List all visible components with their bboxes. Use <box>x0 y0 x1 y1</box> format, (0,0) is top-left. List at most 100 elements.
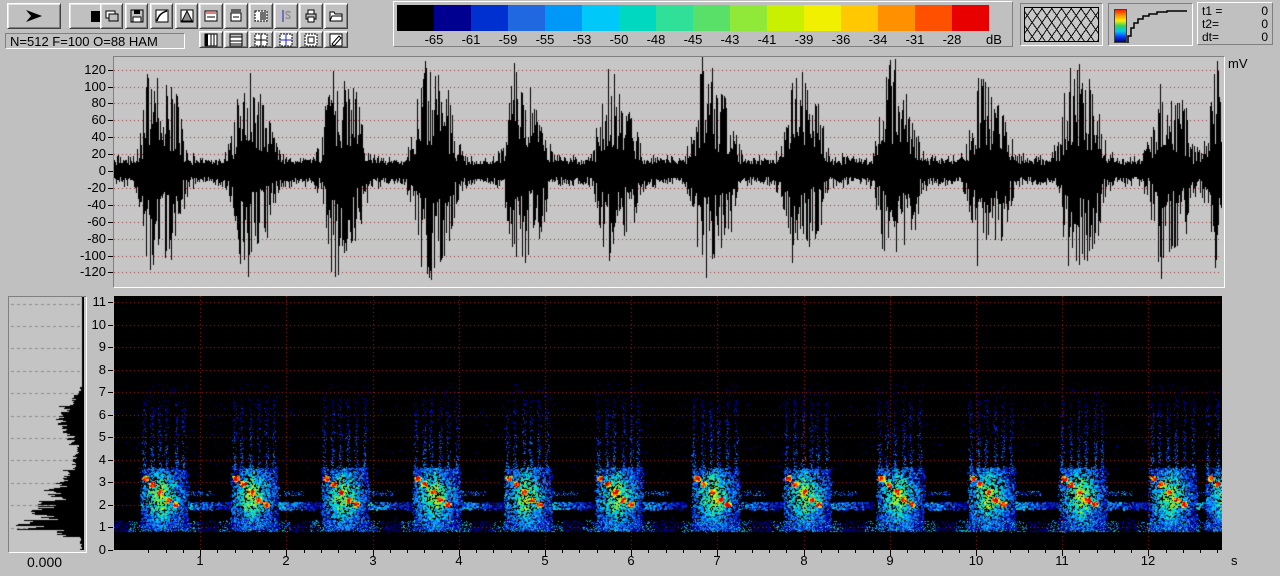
time-readout-row: t2=0 <box>1202 18 1268 30</box>
spectrogram-display[interactable] <box>114 296 1222 550</box>
colorbar-tick-label: -53 <box>565 32 599 47</box>
average-spectrum-display <box>9 297 84 550</box>
colorbar-segment <box>804 5 841 31</box>
spectrogram-y-tick <box>108 460 113 461</box>
waveform-y-tick <box>108 70 113 71</box>
spectrogram-y-tick-label: 8 <box>80 362 106 377</box>
spectrogram-x-tick <box>338 550 339 553</box>
colorbar-segment <box>434 5 471 31</box>
layout-frame-button[interactable] <box>299 31 323 48</box>
pattern-display-button[interactable] <box>1020 3 1103 46</box>
spectrogram-x-tick <box>579 550 580 553</box>
waveform-y-tick <box>108 137 113 138</box>
amplitude-mapping-display[interactable] <box>1108 3 1193 46</box>
colorbar-tick-label: -45 <box>676 32 710 47</box>
spectrogram-x-tick <box>1166 550 1167 553</box>
colorbar-segment <box>693 5 730 31</box>
spectrogram-x-tick <box>269 550 270 553</box>
print-icon <box>303 8 319 24</box>
play-icon <box>21 8 47 24</box>
spectrogram-x-tick <box>1079 550 1080 553</box>
colorbar-tick-label: -39 <box>787 32 821 47</box>
spectrogram-y-tick <box>108 550 113 551</box>
layout-rows-button[interactable] <box>224 31 248 48</box>
waveform-y-tick-label: -40 <box>62 197 106 212</box>
colorbar-segment <box>952 5 989 31</box>
waveform-y-tick-label: -100 <box>62 248 106 263</box>
waveform-y-tick-label: -120 <box>62 264 106 279</box>
spectrogram-x-tick <box>286 550 287 556</box>
time-axis-unit-label: s <box>1231 553 1238 568</box>
colorbar-tick-label: -55 <box>528 32 562 47</box>
colorbar-segment <box>471 5 508 31</box>
colorbar-tick-label: -50 <box>602 32 636 47</box>
spectrogram-x-tick <box>1097 550 1098 553</box>
time-readout-row: dt= 0 <box>1202 31 1268 43</box>
spectrogram-x-tick <box>700 550 701 553</box>
spectrogram-x-tick <box>1114 550 1115 553</box>
transfer-curve-button[interactable] <box>150 3 173 29</box>
save-button[interactable] <box>125 3 148 29</box>
waveform-y-tick-label: 80 <box>62 95 106 110</box>
analysis-status-field: N=512 F=100 O=88 HAM <box>5 33 185 49</box>
colorbar-tick-label: -28 <box>935 32 969 47</box>
waveform-display[interactable] <box>114 57 1222 285</box>
spectrogram-y-tick-label: 7 <box>80 384 106 399</box>
spectrogram-x-tick <box>373 550 374 556</box>
spectrogram-y-tick-label: 0 <box>80 542 106 557</box>
analysis-settings-button[interactable] <box>224 3 248 29</box>
colorbar-tick-label: -61 <box>454 32 488 47</box>
color-scale-bar <box>397 5 989 31</box>
spectrogram-x-tick <box>614 550 615 553</box>
spectrogram-x-tick <box>1183 550 1184 553</box>
analysis-status-text: N=512 F=100 O=88 HAM <box>10 34 158 49</box>
spectrogram-x-tick <box>528 550 529 553</box>
time-readout-value: 0 <box>1261 31 1268 43</box>
print-button[interactable] <box>299 3 323 29</box>
spectrogram-x-tick <box>1028 550 1029 553</box>
spectrogram-y-tick-label: 1 <box>80 519 106 534</box>
colorbar-segment <box>545 5 582 31</box>
time-readout-label: dt= <box>1202 31 1219 43</box>
spectrogram-y-tick <box>108 527 113 528</box>
waveform-y-tick-label: -80 <box>62 231 106 246</box>
palette-box-button[interactable] <box>249 3 273 29</box>
waveform-y-tick <box>108 87 113 88</box>
cursor-time-readout: t1 =0t2=0dt= 0 <box>1197 2 1273 45</box>
layout-columns-button[interactable] <box>199 31 223 48</box>
spectrogram-y-tick <box>108 325 113 326</box>
window-function-button[interactable] <box>175 3 198 29</box>
play-button[interactable] <box>7 3 61 29</box>
spectrogram-x-tick <box>683 550 684 553</box>
layout-grid-button[interactable] <box>249 31 273 48</box>
colorbar-tick-label: -43 <box>713 32 747 47</box>
time-readout-label: t1 = <box>1202 5 1222 17</box>
waveform-y-tick <box>108 188 113 189</box>
comb-window-icon <box>228 8 244 24</box>
spectrogram-x-tick <box>442 550 443 553</box>
spectrogram-x-tick <box>1062 550 1063 556</box>
spectrogram-x-tick <box>390 550 391 553</box>
waveform-y-tick <box>108 154 113 155</box>
layout-grid-icon <box>253 33 269 47</box>
open-file-button[interactable] <box>324 3 348 29</box>
palette-gradient-icon <box>1114 9 1127 43</box>
spectrogram-x-tick <box>476 550 477 553</box>
edit-icon <box>328 33 344 47</box>
spectrogram-y-tick-label: 6 <box>80 407 106 422</box>
waveform-y-tick <box>108 256 113 257</box>
time-readout-row: t1 =0 <box>1202 5 1268 17</box>
sampling-settings-button[interactable] <box>274 3 298 29</box>
color-scale-panel: dB -65-61-59-55-53-50-48-45-43-41-39-36-… <box>393 1 1013 47</box>
layout-cross-button[interactable] <box>274 31 298 48</box>
spectrogram-x-tick <box>424 550 425 553</box>
average-spectrum-panel[interactable] <box>8 296 87 553</box>
edit-button[interactable] <box>324 31 348 48</box>
pattern-box-icon <box>253 8 269 24</box>
display-window-button[interactable] <box>199 3 223 29</box>
layout-rows-icon <box>228 33 244 47</box>
amplitude-curve-icon <box>1127 8 1189 44</box>
window-function-icon <box>179 8 195 24</box>
spectrogram-y-tick <box>108 392 113 393</box>
copy-display-button[interactable] <box>100 3 123 29</box>
